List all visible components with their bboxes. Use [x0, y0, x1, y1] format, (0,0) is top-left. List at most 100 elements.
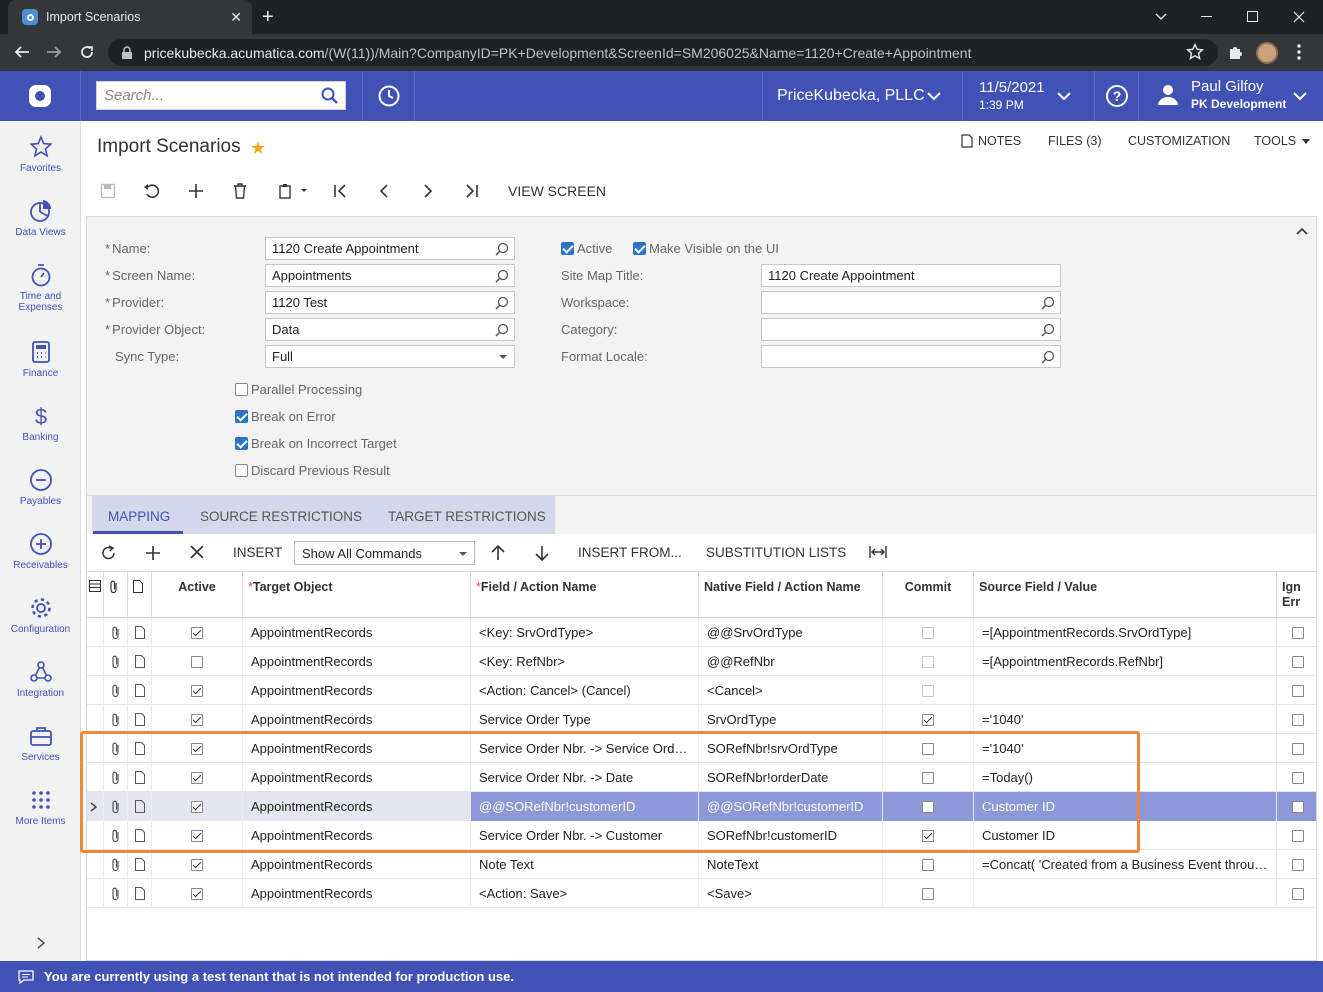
close-tab-icon[interactable]: ✕ [230, 9, 242, 26]
active-checkbox[interactable] [191, 800, 203, 813]
row-selector[interactable] [87, 734, 104, 763]
attachment-cell[interactable] [104, 618, 128, 647]
row-selector-header[interactable] [87, 572, 104, 618]
commit-cell[interactable] [883, 618, 974, 647]
table-row[interactable]: AppointmentRecords @@SORefNbr!customerID @… [87, 792, 1316, 821]
active-checkbox[interactable] [191, 626, 203, 639]
attachment-cell[interactable] [104, 879, 128, 908]
row-up-arrow-icon[interactable] [491, 545, 505, 561]
table-row[interactable]: AppointmentRecords Note Text NoteText =Conc… [87, 850, 1316, 879]
provider-field[interactable]: 1120 Test [265, 291, 515, 314]
row-selector[interactable] [87, 676, 104, 705]
note-cell[interactable] [128, 763, 152, 792]
row-selector[interactable] [87, 850, 104, 879]
source-field-cell[interactable]: =Concat( 'Created from a Business Event … [974, 850, 1277, 879]
field-action-cell[interactable]: Service Order Nbr. -> Service Ord… [471, 734, 699, 763]
attachment-cell[interactable] [104, 676, 128, 705]
ignore-error-cell[interactable] [1277, 821, 1316, 850]
source-field-cell[interactable]: ='1040' [974, 734, 1277, 763]
commit-checkbox[interactable] [922, 655, 934, 668]
ignore-error-checkbox[interactable] [1291, 655, 1304, 668]
table-row[interactable]: AppointmentRecords <Action: Cancel> (Canc… [87, 676, 1316, 705]
search-icon[interactable] [495, 242, 509, 256]
search-icon[interactable] [495, 269, 509, 283]
target-object-cell[interactable]: AppointmentRecords [243, 850, 471, 879]
active-cell[interactable] [152, 705, 243, 734]
attachment-cell[interactable] [104, 821, 128, 850]
back-arrow-icon[interactable] [12, 42, 32, 62]
ignore-error-checkbox[interactable] [1291, 713, 1304, 726]
target-object-cell[interactable]: AppointmentRecords [243, 763, 471, 792]
table-row[interactable]: AppointmentRecords <Action: Save> <Save> [87, 879, 1316, 908]
active-checkbox[interactable] [191, 887, 203, 900]
active-checkbox[interactable] [561, 242, 574, 255]
forward-arrow-icon[interactable] [44, 42, 64, 62]
attachment-cell[interactable] [104, 850, 128, 879]
target-object-cell[interactable]: AppointmentRecords [243, 618, 471, 647]
field-action-header[interactable]: *Field / Action Name [471, 572, 699, 618]
native-field-cell[interactable]: @@SrvOrdType [699, 618, 883, 647]
break-on-error-checkbox[interactable] [235, 410, 248, 423]
target-object-cell[interactable]: AppointmentRecords [243, 676, 471, 705]
active-checkbox[interactable] [191, 655, 203, 668]
commit-checkbox[interactable] [922, 713, 934, 726]
provider-object-field[interactable]: Data [265, 318, 515, 341]
commit-checkbox[interactable] [922, 858, 934, 871]
native-field-cell[interactable]: @@RefNbr [699, 647, 883, 676]
note-cell[interactable] [128, 821, 152, 850]
active-cell[interactable] [152, 618, 243, 647]
field-action-cell[interactable]: <Action: Save> [471, 879, 699, 908]
attachment-cell[interactable] [104, 792, 128, 821]
refresh-icon[interactable] [101, 545, 117, 561]
native-field-header[interactable]: Native Field / Action Name [699, 572, 883, 618]
active-cell[interactable] [152, 821, 243, 850]
commit-cell[interactable] [883, 792, 974, 821]
ignore-error-checkbox[interactable] [1291, 742, 1304, 755]
previous-record-icon[interactable] [373, 180, 395, 202]
ignore-error-checkbox[interactable] [1291, 626, 1304, 639]
profile-avatar[interactable] [1256, 42, 1278, 64]
commit-cell[interactable] [883, 647, 974, 676]
expand-sidebar-chevron-icon[interactable] [36, 936, 46, 950]
active-cell[interactable] [152, 763, 243, 792]
sidebar-item-configuration[interactable]: Configuration [0, 596, 81, 635]
company-selector[interactable]: PriceKubecka, PLLC [762, 71, 962, 121]
field-action-cell[interactable]: Note Text [471, 850, 699, 879]
sidebar-item-integration[interactable]: Integration [0, 660, 81, 699]
browser-tab[interactable]: Import Scenarios ✕ [8, 0, 252, 34]
chevron-down-icon[interactable] [1138, 0, 1184, 34]
row-selector[interactable] [87, 821, 104, 850]
tab-target-restrictions[interactable]: TARGET RESTRICTIONS [388, 509, 546, 524]
attachment-cell[interactable] [104, 734, 128, 763]
search-icon[interactable] [1041, 323, 1055, 337]
first-record-icon[interactable] [329, 180, 351, 202]
active-checkbox[interactable] [191, 742, 203, 755]
sidebar-item-finance[interactable]: Finance [0, 340, 81, 379]
ignore-error-checkbox[interactable] [1291, 887, 1304, 900]
search-icon[interactable] [1041, 296, 1055, 310]
native-field-cell[interactable]: @@SORefNbr!customerID [699, 792, 883, 821]
insert-button[interactable]: INSERT [233, 545, 282, 560]
notes-link[interactable]: NOTES [961, 134, 1021, 148]
active-cell[interactable] [152, 647, 243, 676]
commit-checkbox[interactable] [922, 626, 934, 639]
close-window-icon[interactable] [1276, 0, 1322, 34]
commit-cell[interactable] [883, 821, 974, 850]
active-cell[interactable] [152, 734, 243, 763]
active-checkbox[interactable] [191, 684, 203, 697]
table-row[interactable]: AppointmentRecords Service Order Nbr. -> … [87, 821, 1316, 850]
save-icon[interactable] [97, 180, 119, 202]
row-selector[interactable] [87, 879, 104, 908]
target-object-cell[interactable]: AppointmentRecords [243, 705, 471, 734]
table-row[interactable]: AppointmentRecords <Key: RefNbr> @@RefNbr =… [87, 647, 1316, 676]
delete-row-icon[interactable] [190, 545, 204, 559]
global-search-input[interactable]: Search... [96, 81, 346, 110]
url-input[interactable]: pricekubecka.acumatica.com/(W(11))/Main?… [108, 39, 1218, 66]
active-checkbox[interactable] [191, 771, 203, 784]
favorite-star-icon[interactable]: ★ [250, 138, 266, 159]
new-tab-icon[interactable]: + [262, 6, 274, 29]
attachment-cell[interactable] [104, 763, 128, 792]
commit-checkbox[interactable] [922, 829, 934, 842]
ignore-error-checkbox[interactable] [1291, 771, 1304, 784]
insert-from-button[interactable]: INSERT FROM... [578, 545, 682, 560]
